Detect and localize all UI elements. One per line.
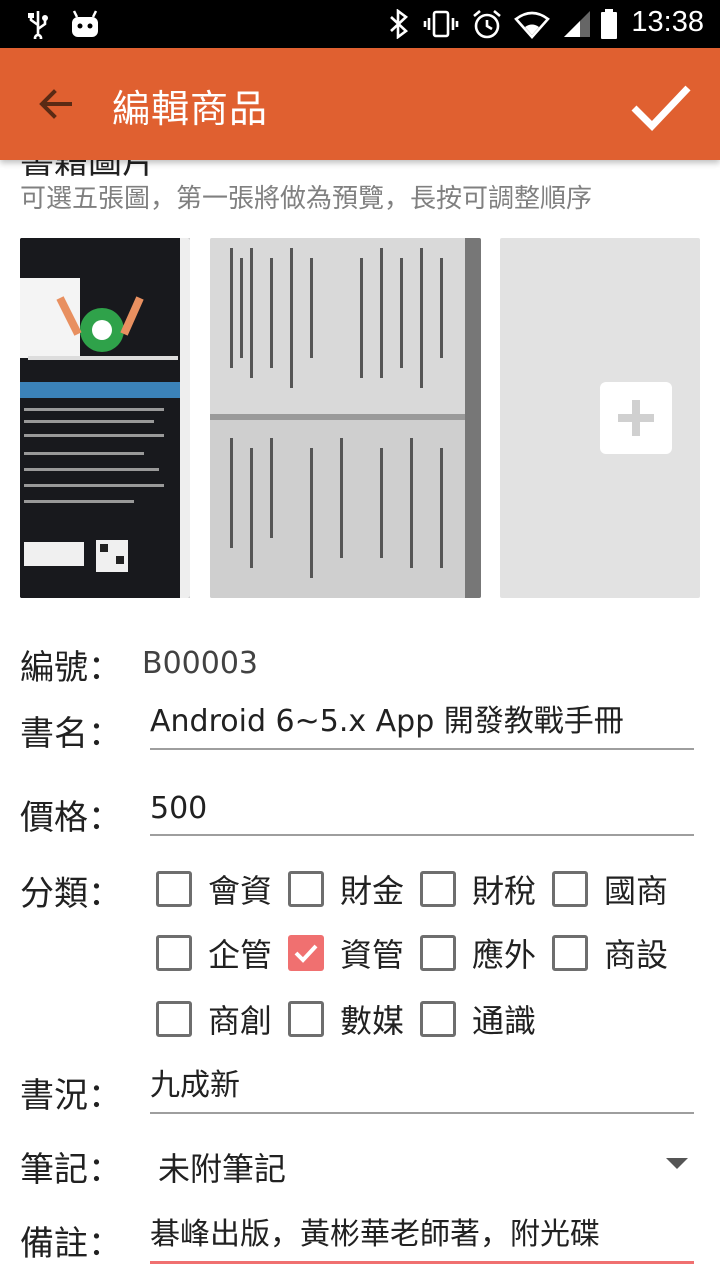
app-bar: 編輯商品 <box>0 48 720 160</box>
checkbox-label: 商創 <box>208 1002 273 1040</box>
page-title: 編輯商品 <box>112 87 269 131</box>
price-input[interactable]: 500 <box>150 788 694 836</box>
category-checkbox[interactable]: 數媒 <box>288 996 404 1042</box>
bluetooth-icon <box>386 8 412 40</box>
checkbox-label: 財稅 <box>472 872 537 910</box>
wifi-icon <box>514 8 550 40</box>
checkbox-box[interactable] <box>156 935 192 971</box>
book-image-pages[interactable] <box>210 238 481 598</box>
checkbox-label: 國商 <box>604 872 669 910</box>
category-checkbox[interactable]: 財稅 <box>420 866 536 912</box>
checkbox-label: 資管 <box>340 936 405 974</box>
android-icon <box>68 8 102 40</box>
category-checkbox[interactable]: 通識 <box>420 996 536 1042</box>
checkbox-box[interactable] <box>288 871 324 907</box>
notes-spinner-value[interactable]: 未附筆記 <box>158 1144 286 1190</box>
remark-input[interactable]: 碁峰出版，黃彬華老師著，附光碟 <box>150 1216 694 1264</box>
checkbox-box[interactable] <box>288 1001 324 1037</box>
category-checkbox[interactable]: 企管 <box>156 930 272 976</box>
dropdown-arrow-icon[interactable] <box>666 1158 688 1169</box>
confirm-button[interactable] <box>624 70 696 142</box>
scroll-content[interactable]: 書籍圖片 可選五張圖，第一張將做為預覽，長按可調整順序 編號： B00003 書… <box>0 160 720 1280</box>
category-checkbox[interactable]: 財金 <box>288 866 404 912</box>
checkbox-label: 通識 <box>472 1002 537 1040</box>
checkbox-label: 會資 <box>208 872 273 910</box>
id-value: B00003 <box>142 646 259 681</box>
remark-input-value: 碁峰出版，黃彬華老師著，附光碟 <box>150 1217 600 1252</box>
checkbox-label: 商設 <box>604 936 669 974</box>
category-checkbox[interactable]: 應外 <box>420 930 536 976</box>
images-hint: 可選五張圖，第一張將做為預覽，長按可調整順序 <box>20 184 593 214</box>
category-checkbox[interactable]: 商設 <box>552 930 668 976</box>
book-image-cover[interactable] <box>20 238 190 598</box>
checkbox-box[interactable] <box>552 871 588 907</box>
checkbox-label: 數媒 <box>340 1002 405 1040</box>
arrow-back-icon <box>39 89 72 119</box>
cell-signal-icon <box>562 8 592 40</box>
category-label: 分類： <box>20 874 122 914</box>
checkbox-box[interactable] <box>552 935 588 971</box>
checkbox-box[interactable] <box>156 1001 192 1037</box>
back-button[interactable] <box>28 76 84 132</box>
check-icon <box>631 85 691 132</box>
checkbox-box[interactable] <box>156 871 192 907</box>
battery-icon <box>598 8 620 40</box>
title-label: 書名： <box>20 714 122 754</box>
condition-input[interactable]: 九成新 <box>150 1066 694 1114</box>
checkbox-box-checked[interactable] <box>288 935 324 971</box>
condition-input-value: 九成新 <box>150 1068 240 1103</box>
checkbox-box[interactable] <box>420 871 456 907</box>
id-label: 編號： <box>20 648 122 688</box>
category-checkbox[interactable]: 會資 <box>156 866 272 912</box>
condition-label: 書況： <box>20 1076 122 1116</box>
status-bar: 13:38 <box>0 0 720 48</box>
checkbox-label: 企管 <box>208 936 273 974</box>
checkbox-box[interactable] <box>420 935 456 971</box>
title-input-value: Android 6~5.x App 開發教戰手冊 <box>150 704 624 739</box>
clock: 13:38 <box>631 6 704 38</box>
category-checkbox-checked[interactable]: 資管 <box>288 930 404 976</box>
remark-label: 備註： <box>20 1224 122 1264</box>
alarm-icon <box>470 8 504 40</box>
checkbox-label: 財金 <box>340 872 405 910</box>
check-icon <box>294 944 318 963</box>
notes-label: 筆記： <box>20 1150 122 1190</box>
category-checkbox[interactable]: 國商 <box>552 866 668 912</box>
category-checkbox[interactable]: 商創 <box>156 996 272 1042</box>
price-input-value: 500 <box>150 791 208 826</box>
add-image-button[interactable] <box>600 382 672 454</box>
usb-icon <box>24 8 52 40</box>
add-image-slot[interactable] <box>500 238 700 598</box>
checkbox-label: 應外 <box>472 936 537 974</box>
title-input[interactable]: Android 6~5.x App 開發教戰手冊 <box>150 702 694 750</box>
checkbox-box[interactable] <box>420 1001 456 1037</box>
price-label: 價格： <box>20 798 122 838</box>
vibrate-icon <box>422 8 460 40</box>
plus-icon <box>618 400 654 436</box>
